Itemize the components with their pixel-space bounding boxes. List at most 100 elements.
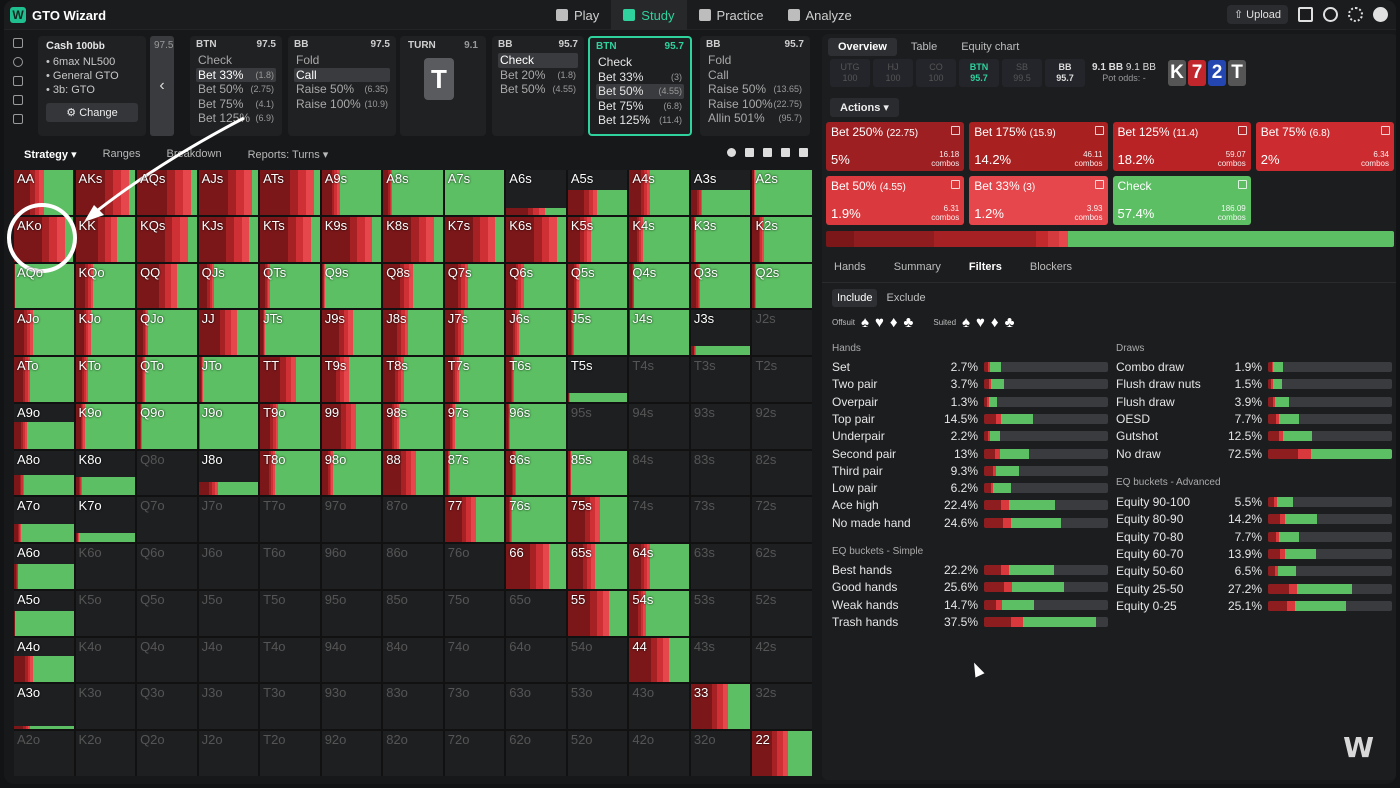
strategy-dropdown[interactable]: Strategy ▾ (24, 148, 77, 161)
hand-cell[interactable]: 42o (629, 731, 689, 776)
action-card-bet-50-[interactable]: Bet 50% (4.55) 1.9% 6.31 combos (826, 176, 965, 225)
hand-cell[interactable]: 73o (444, 684, 505, 730)
draw-category-row[interactable]: OESD 7.7% (1116, 411, 1392, 427)
hand-cell[interactable]: J4o (198, 637, 259, 683)
avatar-icon[interactable] (1373, 7, 1388, 22)
hand-cell[interactable]: Q3o (137, 684, 197, 730)
action-option[interactable]: Bet 125% (6.9) (196, 111, 276, 126)
action-option[interactable]: Bet 50% (4.55) (596, 84, 684, 99)
hand-cell[interactable]: Q5s (567, 263, 628, 309)
text-icon[interactable] (13, 114, 23, 124)
heart-icon[interactable]: ♥ (875, 314, 884, 331)
hand-cell[interactable]: 32o (690, 731, 751, 776)
hand-cell[interactable]: K3s (690, 216, 751, 262)
action-option[interactable]: Bet 75% (4.1) (196, 97, 276, 112)
hand-cell[interactable]: J3s (690, 310, 751, 356)
hand-cell[interactable]: 75o (444, 590, 505, 636)
action-option[interactable]: Raise 50% (6.35) (294, 82, 390, 97)
eq-simple-row[interactable]: Good hands 25.6% (832, 579, 1108, 595)
hand-cell[interactable]: K7s (444, 216, 505, 262)
hand-cell[interactable]: KQo (75, 263, 136, 309)
checkbox-icon[interactable] (1094, 180, 1104, 189)
hand-cell[interactable]: JTo (198, 357, 259, 402)
change-button[interactable]: ⚙ Change (46, 103, 138, 122)
hand-cell[interactable]: Q2o (137, 731, 197, 776)
hand-cell[interactable]: AKo (14, 216, 74, 262)
hand-cell[interactable]: QTo (137, 357, 197, 402)
exclude-button[interactable]: Exclude (881, 289, 930, 307)
hand-cell[interactable]: 93s (690, 403, 751, 449)
hand-cell[interactable]: QJo (137, 310, 197, 356)
nav-practice[interactable]: Practice (687, 0, 776, 30)
hand-cell[interactable]: T2o (260, 731, 320, 776)
hand-cell[interactable]: 42s (752, 637, 812, 683)
action-card-check[interactable]: Check 57.4% 186.09 combos (1112, 176, 1251, 225)
hand-cell[interactable]: K9s (321, 216, 382, 262)
gamepad-icon[interactable] (13, 95, 23, 105)
decision-card-btn[interactable]: BTN 97.5 Check Bet 33% (1.8) Bet 50% (2.75) Bet… (190, 36, 282, 136)
hand-cell[interactable]: JTs (260, 310, 320, 356)
hand-category-row[interactable]: Two pair 3.7% (832, 376, 1108, 392)
seat-bb[interactable]: BB 95.7 (1045, 59, 1085, 87)
hand-cell[interactable]: J8s (383, 310, 443, 356)
suited-heart-icon[interactable]: ♥ (976, 314, 985, 331)
hand-cell[interactable]: A6o (14, 544, 74, 589)
hand-cell[interactable]: 43o (629, 684, 689, 730)
seat-co[interactable]: CO 100 (916, 59, 956, 87)
hand-cell[interactable]: QQ (137, 263, 197, 309)
tab-blockers[interactable]: Blockers (1030, 261, 1072, 273)
action-option[interactable]: Fold (294, 53, 390, 68)
hand-cell[interactable]: 72o (444, 731, 505, 776)
hand-cell[interactable]: 84o (383, 637, 443, 683)
hand-category-row[interactable]: Underpair 2.2% (832, 428, 1108, 444)
hand-cell[interactable]: 76o (444, 544, 505, 589)
hand-cell[interactable]: 76s (506, 497, 566, 543)
hand-cell[interactable]: T9o (260, 403, 320, 449)
eq-advanced-row[interactable]: Equity 25-50 27.2% (1116, 581, 1392, 597)
checkbox-icon[interactable] (1237, 126, 1247, 135)
hand-cell[interactable]: 83s (690, 450, 751, 496)
action-option[interactable]: Check (498, 53, 578, 68)
hand-cell[interactable]: KJs (198, 216, 259, 262)
hand-cell[interactable]: 99 (321, 403, 382, 449)
hand-cell[interactable]: 65o (506, 590, 566, 636)
seat-btn[interactable]: BTN 95.7 (959, 59, 999, 87)
hand-category-row[interactable]: Overpair 1.3% (832, 394, 1108, 410)
hand-cell[interactable]: AQs (137, 170, 197, 215)
action-card-bet-250-[interactable]: Bet 250% (22.75) 5% 16.18 combos (826, 122, 965, 171)
hand-cell[interactable]: ATo (14, 357, 74, 402)
hand-cell[interactable]: 74o (444, 637, 505, 683)
hand-cell[interactable]: T7o (260, 497, 320, 543)
hand-cell[interactable]: J6s (506, 310, 566, 356)
hand-cell[interactable]: 87o (383, 497, 443, 543)
action-option[interactable]: Fold (706, 53, 804, 68)
nav-play[interactable]: Play (544, 0, 611, 30)
hand-cell[interactable]: J6o (198, 544, 259, 589)
hand-cell[interactable]: A8o (14, 450, 74, 496)
hand-cell[interactable]: T2s (752, 357, 812, 402)
hand-category-row[interactable]: Top pair 14.5% (832, 411, 1108, 427)
hand-cell[interactable]: A6s (506, 170, 566, 215)
action-card-bet-175-[interactable]: Bet 175% (15.9) 14.2% 46.11 combos (969, 122, 1108, 171)
hand-cell[interactable]: T6o (260, 544, 320, 589)
hand-cell[interactable]: A2o (14, 731, 74, 776)
hand-cell[interactable]: A9o (14, 403, 74, 449)
eq-advanced-row[interactable]: Equity 60-70 13.9% (1116, 546, 1392, 562)
hand-cell[interactable]: 54s (629, 590, 689, 636)
action-card-bet-125-[interactable]: Bet 125% (11.4) 18.2% 59.07 combos (1112, 122, 1251, 171)
draw-category-row[interactable]: Gutshot 12.5% (1116, 428, 1392, 444)
decision-card-bb[interactable]: BB 95.7 Fold Call Raise 50% (13.65) Raise 100%… (700, 36, 810, 136)
hand-cell[interactable]: 97o (321, 497, 382, 543)
checkbox-icon[interactable] (1094, 126, 1104, 135)
hand-cell[interactable]: 86o (383, 544, 443, 589)
view-contrast-icon[interactable] (745, 148, 754, 157)
hand-cell[interactable]: T8s (383, 357, 443, 402)
hand-cell[interactable]: J9o (198, 403, 259, 449)
overview-tab-overview[interactable]: Overview (828, 38, 897, 56)
checkbox-icon[interactable] (951, 180, 961, 189)
hand-cell[interactable]: T5o (260, 590, 320, 636)
hand-cell[interactable]: 77 (444, 497, 505, 543)
hand-cell[interactable]: K6o (75, 544, 136, 589)
save-icon[interactable] (13, 76, 23, 86)
eq-advanced-row[interactable]: Equity 50-60 6.5% (1116, 563, 1392, 579)
